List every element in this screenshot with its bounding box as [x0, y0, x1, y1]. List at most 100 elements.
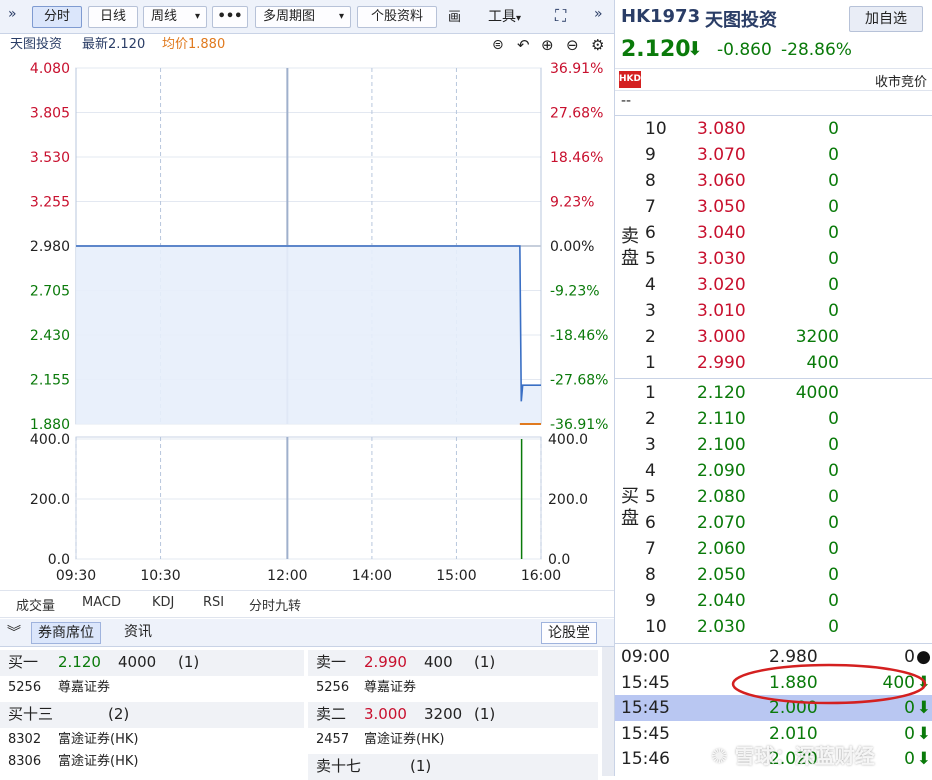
tab-weekly[interactable]: 周线 ▾ — [143, 6, 207, 28]
price: 2.120 — [697, 383, 746, 403]
broker-id: 5256 — [316, 680, 350, 695]
level: 7 — [645, 197, 656, 217]
double-chevron-right-icon[interactable]: » — [594, 6, 603, 22]
bid-level-row[interactable]: 7 2.060 0 — [615, 536, 932, 562]
level: 4 — [645, 275, 656, 295]
bid-level-row[interactable]: 1 2.120 4000 — [615, 380, 932, 406]
volume-frame — [75, 436, 542, 560]
scrollbar[interactable] — [602, 647, 614, 776]
chevron-down-icon: ▾ — [194, 11, 200, 22]
history-icon[interactable]: ⊜ — [492, 34, 504, 56]
level: 10 — [645, 617, 667, 637]
bid-level-row[interactable]: 8 2.050 0 — [615, 562, 932, 588]
bid-level-row[interactable]: 9 2.040 0 — [615, 588, 932, 614]
market-badge: HKD — [619, 71, 641, 88]
volume-tick-left: 200.0 — [30, 492, 70, 508]
volume: 0 — [828, 249, 839, 269]
more-button[interactable]: ••• — [212, 6, 248, 28]
bid-level-row[interactable]: 6 2.070 0 — [615, 510, 932, 536]
bid-level1-row: 买一 2.120 4000 (1) — [0, 650, 304, 676]
tools-menu[interactable]: 工具▾ — [488, 6, 521, 26]
ask-level-row[interactable]: 10 3.080 0 — [615, 116, 932, 142]
multi-period-button[interactable]: 多周期图 ▾ — [255, 6, 351, 28]
ask-level-row[interactable]: 4 3.020 0 — [615, 272, 932, 298]
bid-level-row[interactable]: 4 2.090 0 — [615, 458, 932, 484]
price-tick-label: 2.980 — [30, 239, 70, 255]
ask-level1-row: 卖一 2.990 400 (1) — [308, 650, 598, 676]
gear-icon[interactable]: ⚙ — [591, 34, 604, 56]
percent-tick-label: -27.68% — [550, 373, 608, 389]
level: 1 — [645, 383, 656, 403]
watermark: ✺ 雪球：深蓝财经 — [711, 744, 875, 768]
zoom-out-icon[interactable]: ⊖ — [566, 34, 579, 56]
tab-broker-queue[interactable]: 券商席位 — [31, 622, 101, 644]
tab-news[interactable]: 资讯 — [118, 622, 158, 644]
tab-daily[interactable]: 日线 — [88, 6, 138, 28]
stock-name-label: 天图投资 — [10, 37, 63, 52]
bid-level-row[interactable]: 5 2.080 0 — [615, 484, 932, 510]
fullscreen-icon[interactable]: ⛶ — [555, 6, 566, 26]
ask-level-row[interactable]: 5 3.030 0 — [615, 246, 932, 272]
tab-intraday[interactable]: 分时 — [32, 6, 82, 28]
tab-volume[interactable]: 成交量 — [16, 595, 55, 614]
price-tick-label: 4.080 — [30, 61, 70, 77]
time-tick-label: 10:30 — [140, 568, 180, 584]
bid-level-row[interactable]: 2 2.110 0 — [615, 406, 932, 432]
price: 3.050 — [697, 197, 746, 217]
tab-kdj[interactable]: KDJ — [152, 595, 174, 610]
chart-info-bar: 天图投资 最新2.120 均价1.880 ⊜ ↶ ⊕ ⊖ ⚙ — [0, 34, 614, 56]
price: 2.080 — [697, 487, 746, 507]
price-tick-label: 2.430 — [30, 328, 70, 344]
tab-nine-turn[interactable]: 分时九转 — [249, 595, 301, 614]
time-tick-label: 16:00 — [521, 568, 561, 584]
ask-level-row[interactable]: 6 3.040 0 — [615, 220, 932, 246]
tab-rsi[interactable]: RSI — [203, 595, 224, 610]
price: 3.060 — [697, 171, 746, 191]
tick-time: 15:45 — [621, 698, 670, 718]
intraday-chart[interactable]: 4.080 3.805 3.530 3.255 2.980 2.705 2.430 2.155… — [0, 56, 614, 590]
ask-level-row[interactable]: 9 3.070 0 — [615, 142, 932, 168]
volume: 0 — [828, 617, 839, 637]
price: 3.020 — [697, 275, 746, 295]
bid-level-row[interactable]: 10 2.030 0 — [615, 614, 932, 640]
double-chevron-right-icon[interactable]: » — [8, 6, 17, 22]
volume: 0 — [828, 565, 839, 585]
volume: 0 — [828, 145, 839, 165]
percent-tick-label: 9.23% — [550, 195, 594, 211]
volume: 0 — [828, 197, 839, 217]
undo-icon[interactable]: ↶ — [517, 34, 530, 56]
ask-level-row[interactable]: 8 3.060 0 — [615, 168, 932, 194]
add-watchlist-button[interactable]: 加自选 — [849, 6, 923, 32]
volume: 3200 — [795, 327, 839, 347]
volume: 0 — [828, 591, 839, 611]
double-chevron-down-icon[interactable]: ︾ — [7, 622, 21, 642]
stock-name: 天图投资 — [705, 10, 777, 31]
price: 2.110 — [697, 409, 746, 429]
price-axis-left: 4.080 3.805 3.530 3.255 2.980 2.705 2.430 2.155… — [30, 61, 70, 433]
volume-bars — [520, 439, 523, 559]
chevron-down-icon: ▾ — [338, 11, 344, 22]
draw-tool-button[interactable]: 画 — [448, 6, 461, 25]
volume: 0 — [828, 461, 839, 481]
zoom-in-icon[interactable]: ⊕ — [541, 34, 554, 56]
volume: 400 — [806, 353, 839, 373]
broker-header: ︾ 券商席位 资讯 论股堂 — [0, 619, 614, 647]
forum-button[interactable]: 论股堂 — [541, 622, 597, 644]
price-tick-label: 3.805 — [30, 106, 70, 122]
broker-name: 富途证券(HK) — [58, 754, 139, 769]
ask-level-row[interactable]: 1 2.990 400 — [615, 350, 932, 376]
ask-level2-row: 卖二 3.000 3200 (1) — [308, 702, 598, 728]
bid-level-row[interactable]: 3 2.100 0 — [615, 432, 932, 458]
ask-level-row[interactable]: 3 3.010 0 — [615, 298, 932, 324]
percent-tick-label: 0.00% — [550, 239, 594, 255]
broker-id: 8302 — [8, 732, 42, 747]
price-change: -0.860 — [717, 40, 772, 60]
ask-level-row[interactable]: 2 3.000 3200 — [615, 324, 932, 350]
level: 1 — [645, 353, 656, 373]
stock-profile-button[interactable]: 个股资料 — [357, 6, 437, 28]
down-arrow-icon: ⬇ — [916, 723, 931, 744]
volume-tick-right: 200.0 — [548, 492, 588, 508]
tab-macd[interactable]: MACD — [82, 595, 121, 610]
latest-price-label: 最新2.120 — [82, 37, 146, 52]
ask-level-row[interactable]: 7 3.050 0 — [615, 194, 932, 220]
